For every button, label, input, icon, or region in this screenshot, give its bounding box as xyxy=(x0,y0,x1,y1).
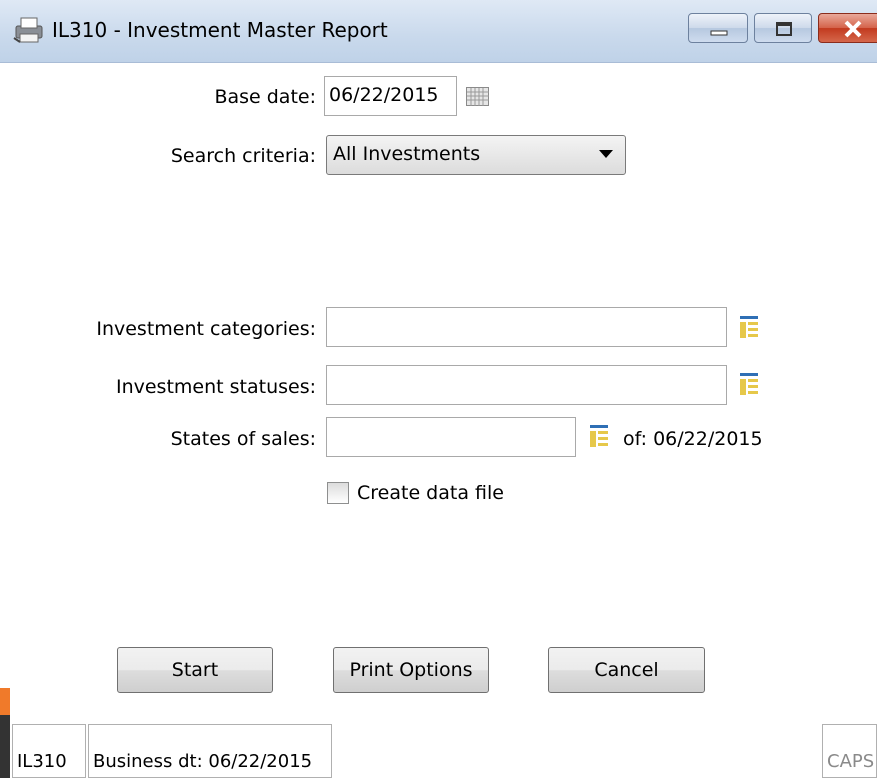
states-of-sales-input[interactable] xyxy=(326,417,576,457)
close-icon xyxy=(844,20,862,38)
desktop-edge-stripe xyxy=(0,688,10,778)
create-data-file-label[interactable]: Create data file xyxy=(357,482,504,504)
maximize-button[interactable] xyxy=(754,13,812,43)
start-button[interactable]: Start xyxy=(117,647,273,693)
list-picker-icon[interactable] xyxy=(739,372,759,396)
search-criteria-select[interactable]: All Investments xyxy=(326,135,626,175)
maximize-icon xyxy=(776,22,792,36)
base-date-label: Base date: xyxy=(214,86,316,108)
search-criteria-label: Search criteria: xyxy=(170,145,316,167)
investment-categories-label: Investment categories: xyxy=(96,318,316,340)
base-date-input[interactable]: 06/22/2015 xyxy=(324,76,457,116)
list-picker-icon[interactable] xyxy=(739,315,759,339)
status-caps: CAPS xyxy=(822,724,877,778)
create-data-file-checkbox[interactable] xyxy=(327,482,349,504)
calendar-icon[interactable] xyxy=(466,87,490,107)
window-title: IL310 - Investment Master Report xyxy=(52,18,388,42)
states-of-sales-label: States of sales: xyxy=(170,428,316,450)
investment-categories-input[interactable] xyxy=(326,307,727,347)
investment-statuses-label: Investment statuses: xyxy=(115,376,316,398)
search-criteria-value: All Investments xyxy=(333,143,481,165)
title-bar[interactable]: IL310 - Investment Master Report xyxy=(0,0,877,63)
report-window: IL310 - Investment Master Report Base da… xyxy=(0,0,877,778)
print-options-button[interactable]: Print Options xyxy=(333,647,489,693)
printer-app-icon xyxy=(13,17,43,43)
cancel-button[interactable]: Cancel xyxy=(548,647,705,693)
chevron-down-icon xyxy=(599,150,613,158)
status-program: IL310 xyxy=(12,724,86,778)
minimize-icon xyxy=(710,30,728,36)
status-business-date: Business dt: 06/22/2015 xyxy=(88,724,332,778)
list-picker-icon[interactable] xyxy=(589,424,609,448)
states-of-sales-as-of-date: of: 06/22/2015 xyxy=(623,428,763,450)
close-button[interactable] xyxy=(818,13,877,43)
minimize-button[interactable] xyxy=(688,13,748,43)
investment-statuses-input[interactable] xyxy=(326,365,727,405)
